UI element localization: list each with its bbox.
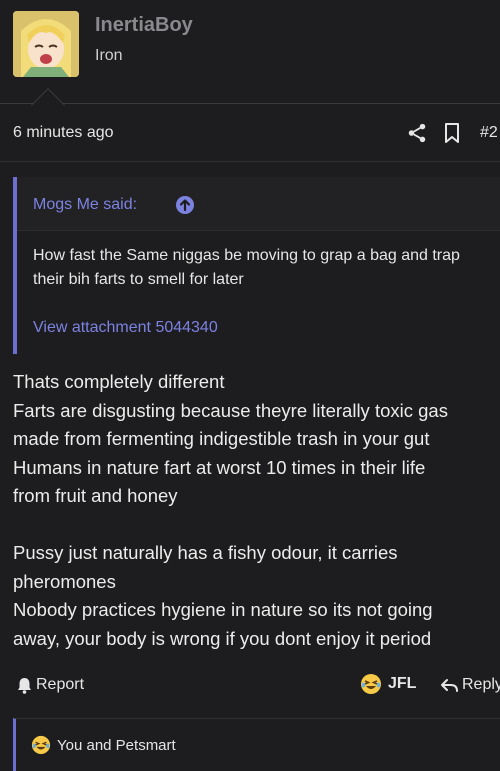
post-body-line: pheromones [13, 570, 116, 592]
quote-text: How fast the Same niggas be moving to gr… [33, 247, 460, 288]
post-actions: Report JFL Reply [0, 668, 500, 704]
quote-header: Mogs Me said: [17, 177, 500, 231]
avatar-image [13, 11, 79, 77]
laughing-emoji-icon [31, 735, 51, 755]
post-body-line: away, your body is wrong if you dont enj… [13, 627, 432, 649]
reactions-label: You and Petsmart [57, 736, 176, 754]
bell-icon [18, 677, 31, 694]
report-label: Report [36, 676, 85, 693]
reactions-summary[interactable]: You and Petsmart [31, 735, 176, 755]
bookmark-icon[interactable] [443, 122, 461, 144]
user-rank: Iron [95, 47, 123, 64]
reply-arrow-icon [441, 678, 458, 692]
laughing-emoji-icon [361, 674, 381, 694]
post-header: InertiaBoy Iron [0, 0, 500, 104]
post-number[interactable]: #2 [480, 124, 498, 142]
post-timestamp[interactable]: 6 minutes ago [13, 124, 114, 142]
reply-button[interactable]: Reply [441, 676, 500, 694]
post-meta-bar: 6 minutes ago #2 [0, 104, 500, 162]
post-body-line: Nobody practices hygiene in nature so it… [13, 599, 433, 620]
report-button[interactable]: Report [17, 676, 84, 694]
quote-author-link[interactable]: Mogs Me said: [33, 196, 137, 214]
post-body-line: made from fermenting indigestible trash … [13, 428, 430, 449]
jfl-label: JFL [388, 675, 417, 692]
post-body: Thats completely different Farts are dis… [13, 368, 500, 653]
post-body-line: from fruit and honey [13, 485, 178, 506]
post-body-line: Farts are disgusting because theyre lite… [13, 399, 448, 421]
reactions-bar: You and Petsmart [13, 718, 500, 771]
post-body-line: Pussy just naturally has a fishy odour, … [13, 542, 398, 563]
share-icon[interactable] [406, 122, 428, 144]
post-body-line: Thats completely different [13, 371, 225, 392]
username[interactable]: InertiaBoy [95, 14, 193, 37]
attachment-link[interactable]: View attachment 5044340 [33, 319, 218, 337]
jfl-reaction-button[interactable]: JFL [360, 673, 416, 695]
post-body-line: Humans in nature fart at worst 10 times … [13, 456, 426, 478]
quote-block: Mogs Me said: How fast the Same niggas b… [13, 177, 500, 354]
reply-label: Reply [462, 676, 500, 693]
avatar[interactable] [13, 11, 79, 77]
arrow-up-circle-icon[interactable] [175, 195, 195, 215]
